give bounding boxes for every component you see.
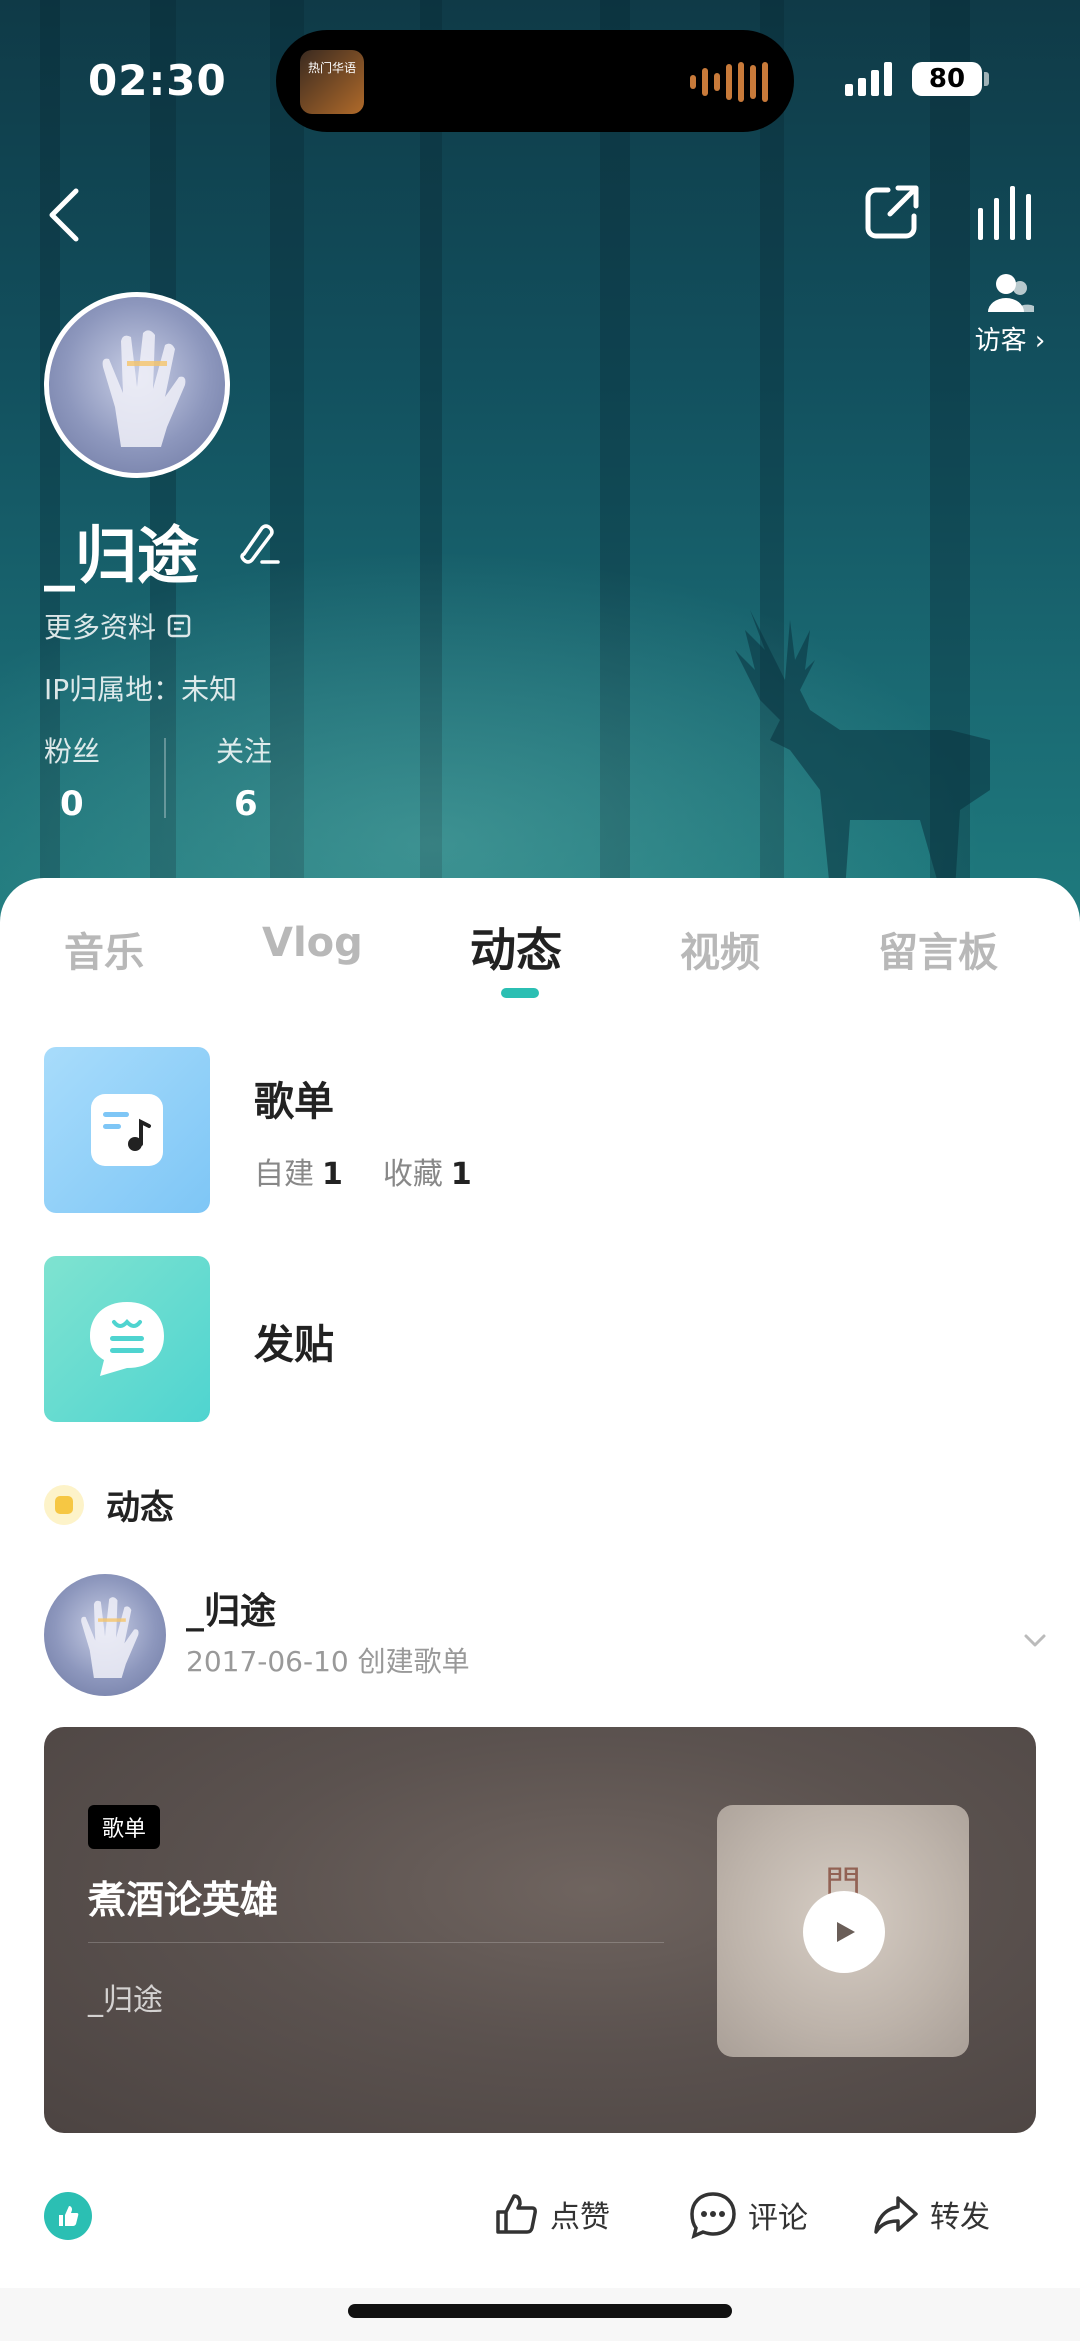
more-info-label: 更多资料 [44, 611, 157, 644]
bar-chart-icon [978, 186, 1031, 240]
edit-name-button[interactable] [234, 520, 282, 568]
back-button[interactable] [36, 180, 92, 250]
followers-stat[interactable]: 粉丝 0 [44, 730, 114, 824]
like-label: 点赞 [550, 2200, 610, 2235]
tab-indicator [501, 988, 539, 998]
feed-avatar[interactable] [44, 1574, 166, 1696]
playlist-row[interactable]: 歌单 自建 1 收藏 1 [44, 1047, 1036, 1213]
chevron-down-icon [1024, 1634, 1046, 1647]
profile-tabs: 音乐 Vlog 动态 视频 留言板 [0, 920, 1080, 1000]
tab-message-board[interactable]: 留言板 [878, 920, 998, 978]
chevron-left-icon [49, 188, 79, 242]
post-bubble-icon [90, 1302, 164, 1376]
username: _归途 [44, 519, 200, 592]
following-label: 关注 [216, 735, 273, 768]
moments-section-header: 动态 [44, 1480, 174, 1529]
followers-label: 粉丝 [44, 735, 101, 768]
comment-icon [690, 2192, 736, 2240]
feed-meta: 2017-06-10 创建歌单 [186, 1645, 470, 1678]
play-icon [837, 1922, 855, 1942]
moments-section-title: 动态 [106, 1488, 174, 1528]
visitor-button[interactable]: 访客 › [960, 272, 1060, 357]
playlist-card[interactable]: 歌单 煮酒论英雄 _归途 門 [44, 1727, 1036, 2133]
comment-button[interactable]: 评论 [688, 2190, 808, 2240]
tab-music[interactable]: 音乐 [64, 920, 144, 978]
feed-expand-button[interactable] [1020, 1626, 1050, 1656]
visitor-icon [988, 274, 1034, 312]
tab-vlog[interactable]: Vlog [262, 920, 363, 966]
created-label: 自建 [254, 1157, 314, 1192]
playlist-title: 歌单 [254, 1079, 334, 1125]
card-divider [88, 1942, 664, 1943]
thumbs-up-outline-icon [496, 2194, 537, 2234]
collected-count: 1 [450, 1157, 472, 1192]
profile-stats: 粉丝 0 关注 6 [44, 730, 286, 824]
battery-tip [984, 72, 989, 86]
deer-silhouette [735, 610, 990, 890]
like-button[interactable]: 点赞 [492, 2190, 610, 2238]
moments-section-icon [44, 1484, 84, 1525]
dynamic-island[interactable]: 热门华语 [276, 30, 794, 132]
playlist-counts: 自建 1 收藏 1 [254, 1149, 512, 1193]
share-external-icon [865, 185, 919, 239]
visitor-label: 访客 [974, 326, 1027, 356]
following-stat[interactable]: 关注 6 [216, 730, 286, 824]
card-tag: 歌单 [88, 1805, 161, 1849]
thumbs-up-icon [59, 2206, 79, 2226]
share-label: 转发 [930, 2200, 990, 2235]
created-count: 1 [322, 1157, 343, 1192]
feed-username[interactable]: _归途 [186, 1582, 276, 1634]
edit-pencil-icon [240, 524, 280, 564]
now-playing-thumbnail: 热门华语 [300, 50, 364, 114]
followers-count: 0 [60, 784, 84, 824]
home-indicator[interactable] [348, 2304, 732, 2318]
post-title: 发贴 [254, 1322, 334, 1368]
post-row[interactable]: 发贴 [44, 1256, 1036, 1422]
forward-icon [874, 2196, 918, 2234]
share-post-button[interactable]: 转发 [872, 2190, 990, 2238]
avatar-hand-image [102, 330, 186, 447]
info-card-icon [167, 614, 191, 638]
feed-avatar-hand-image [81, 1597, 139, 1678]
liked-badge [44, 2192, 92, 2240]
battery-indicator: 80 [912, 62, 982, 96]
comment-label: 评论 [748, 2201, 808, 2236]
share-button[interactable] [862, 182, 922, 242]
post-tile [44, 1256, 210, 1422]
card-author: _归途 [88, 1983, 163, 2018]
following-count: 6 [234, 784, 258, 824]
collected-label: 收藏 [382, 1157, 443, 1192]
feed-action-bar: 点赞 评论 转发 [0, 2170, 1080, 2270]
play-button[interactable] [803, 1891, 885, 1973]
playlist-icon [91, 1094, 163, 1166]
ip-location: IP归属地：未知 [44, 673, 238, 706]
playlist-tile [44, 1047, 210, 1213]
tab-video[interactable]: 视频 [680, 920, 760, 978]
avatar[interactable] [44, 292, 230, 478]
card-cover-image: 門 [717, 1805, 969, 2057]
status-time: 02:30 [88, 56, 227, 105]
ranking-button[interactable] [974, 180, 1044, 244]
more-info-link[interactable]: 更多资料 [44, 606, 192, 646]
card-title: 煮酒论英雄 [88, 1878, 279, 1922]
tab-moments[interactable]: 动态 [470, 914, 562, 980]
stats-divider [164, 738, 166, 818]
signal-icon [845, 60, 892, 96]
audio-wave-icon [690, 62, 768, 102]
